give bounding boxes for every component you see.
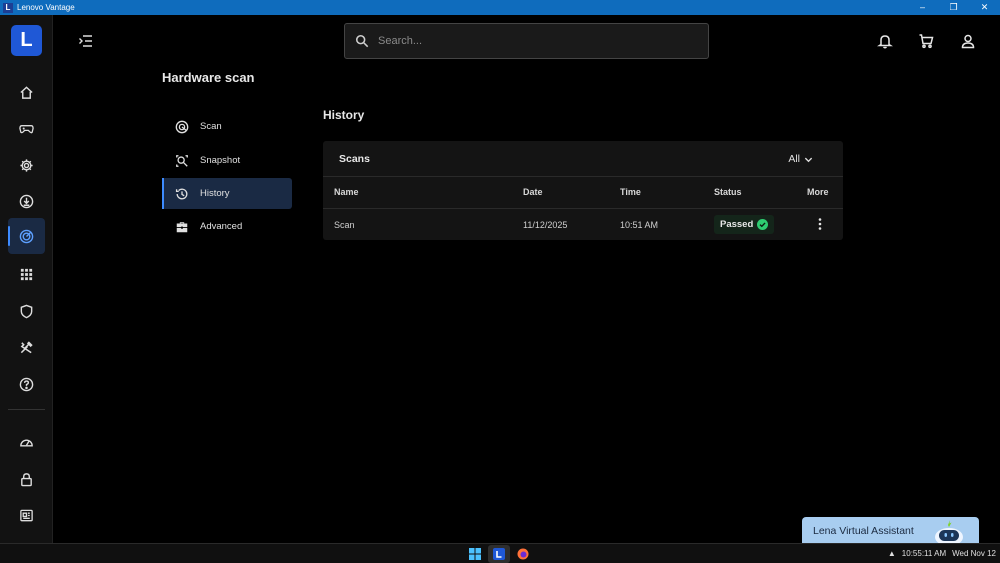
search-box[interactable] <box>344 23 709 59</box>
bell-icon[interactable] <box>877 33 893 49</box>
history-section-title: History <box>323 108 365 122</box>
rail-privacy[interactable] <box>0 461 53 497</box>
gear-icon <box>20 158 33 172</box>
column-header-more: More <box>807 187 829 197</box>
rail-gaming[interactable] <box>0 110 53 146</box>
column-header-time: Time <box>620 187 641 197</box>
menu-collapse-icon[interactable] <box>78 34 94 48</box>
row-time: 10:51 AM <box>620 220 659 230</box>
vantage-app-icon <box>493 548 505 560</box>
news-icon <box>20 509 33 521</box>
search-input[interactable] <box>378 35 678 47</box>
speedometer-icon <box>20 439 33 446</box>
subnav-history[interactable]: History <box>162 178 292 209</box>
tools-icon <box>20 340 33 353</box>
scans-card-title: Scans <box>339 153 370 165</box>
rail-apps[interactable] <box>0 256 53 292</box>
scans-card: Scans All Name Date Time Status More Sca… <box>323 141 843 240</box>
lenovo-logo[interactable]: L <box>11 25 42 56</box>
table-divider <box>323 208 843 209</box>
rail-hardware-scan[interactable] <box>0 218 53 254</box>
toolbox-icon <box>176 221 188 232</box>
virtual-assistant-label: Lena Virtual Assistant <box>813 525 914 537</box>
subnav-advanced[interactable]: Advanced <box>162 211 292 242</box>
taskbar: ▲ 10:55:11 AM Wed Nov 12 <box>0 543 1000 563</box>
shield-icon <box>20 304 33 318</box>
firefox-icon <box>517 548 529 560</box>
history-icon <box>175 188 188 199</box>
subnav-history-label: History <box>200 188 230 199</box>
subnav-snapshot[interactable]: Snapshot <box>162 145 292 176</box>
minimize-button[interactable]: – <box>907 0 938 15</box>
rail-settings[interactable] <box>0 147 53 183</box>
system-tray: ▲ 10:55:11 AM Wed Nov 12 <box>888 549 996 558</box>
subnav-scan-label: Scan <box>200 121 222 132</box>
rail-tools[interactable] <box>0 329 53 365</box>
check-circle-icon <box>757 219 769 230</box>
restore-button[interactable]: ❐ <box>938 0 969 15</box>
user-icon[interactable] <box>960 33 976 49</box>
title-bar: L Lenovo Vantage – ❐ ✕ <box>0 0 1000 15</box>
windows-logo-icon <box>469 548 481 560</box>
subnav-advanced-label: Advanced <box>200 221 243 232</box>
rail-performance[interactable] <box>0 424 53 460</box>
column-header-date: Date <box>523 187 543 197</box>
chevron-down-icon <box>804 157 813 162</box>
cart-icon[interactable] <box>918 33 934 49</box>
search-icon <box>355 34 369 48</box>
home-icon <box>20 85 33 99</box>
gamepad-icon <box>19 124 34 133</box>
status-badge: Passed <box>714 215 775 234</box>
tray-time[interactable]: 10:55:11 AM <box>902 549 946 558</box>
row-name: Scan <box>334 220 355 230</box>
more-options-icon[interactable] <box>813 217 827 231</box>
status-text: Passed <box>720 219 754 230</box>
rail-updates[interactable] <box>0 183 53 219</box>
hardware-scan-icon <box>19 229 34 243</box>
taskbar-vantage-app[interactable] <box>488 545 510 563</box>
app-icon: L <box>3 2 13 13</box>
column-header-status: Status <box>714 187 742 197</box>
taskbar-firefox-app[interactable] <box>512 545 534 563</box>
page-title: Hardware scan <box>162 70 255 85</box>
snapshot-icon <box>176 154 188 167</box>
window-title: Lenovo Vantage <box>17 3 75 12</box>
scans-card-header: Scans All <box>323 141 843 177</box>
window-controls: – ❐ ✕ <box>907 0 1000 15</box>
start-button[interactable] <box>464 545 486 563</box>
apps-grid-icon <box>20 268 33 280</box>
rail-security[interactable] <box>0 293 53 329</box>
help-icon <box>19 377 34 391</box>
column-header-name: Name <box>334 187 359 197</box>
scan-filter-dropdown[interactable]: All <box>788 153 813 165</box>
download-icon <box>19 194 34 208</box>
row-date: 11/12/2025 <box>523 220 568 230</box>
subnav-snapshot-label: Snapshot <box>200 155 241 166</box>
rail-divider <box>8 409 45 410</box>
subnav-scan[interactable]: Scan <box>162 111 292 142</box>
tray-date[interactable]: Wed Nov 12 <box>952 549 996 558</box>
scan-icon <box>175 120 189 133</box>
rail-news[interactable] <box>0 497 53 533</box>
rail-home[interactable] <box>0 74 53 110</box>
scan-filter-value: All <box>788 153 800 165</box>
tray-overflow-icon[interactable]: ▲ <box>888 549 896 558</box>
nav-rail: L <box>0 15 53 543</box>
virtual-assistant-button[interactable]: Lena Virtual Assistant <box>802 517 979 543</box>
lock-icon <box>21 472 32 486</box>
robot-icon <box>935 520 963 543</box>
close-button[interactable]: ✕ <box>969 0 1000 15</box>
rail-help[interactable] <box>0 366 53 402</box>
